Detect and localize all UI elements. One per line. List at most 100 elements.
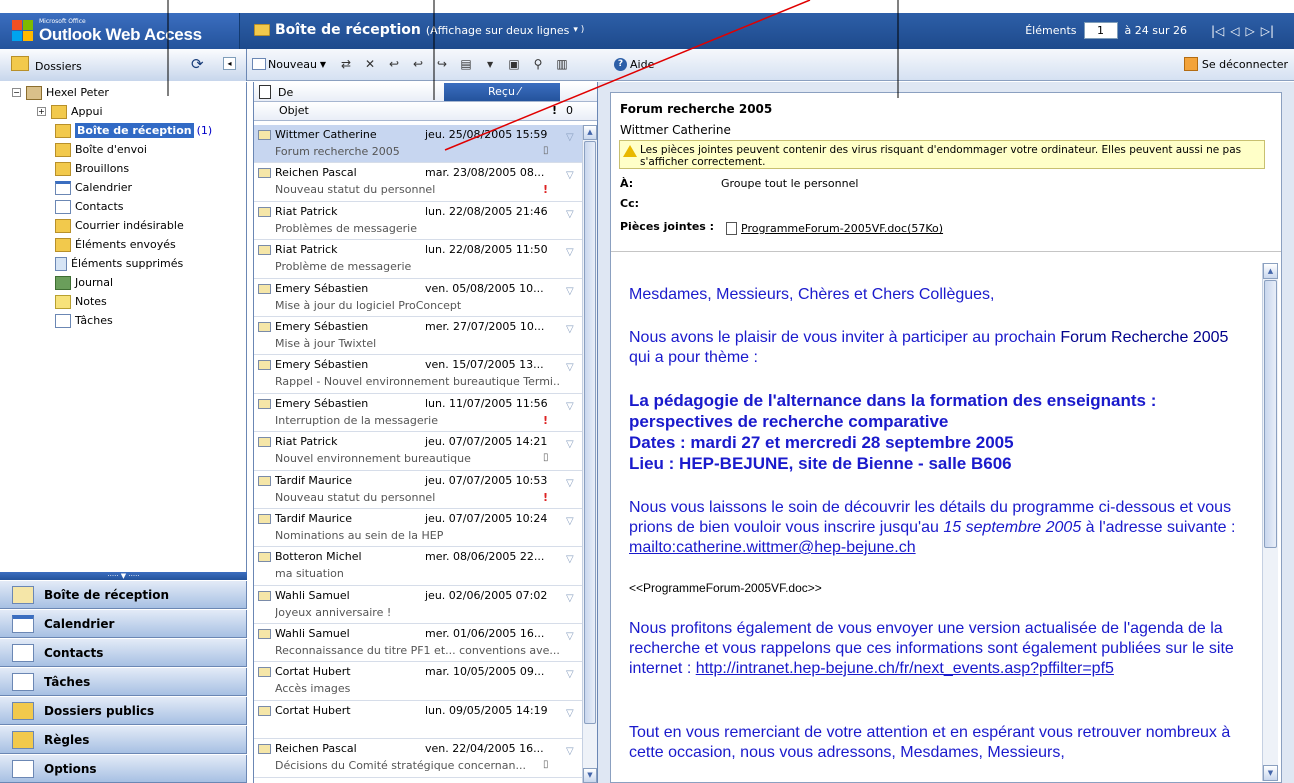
message-row[interactable]: Reichen Pascal ven. 22/04/2005 16... Décis… xyxy=(254,739,584,778)
scroll-thumb[interactable] xyxy=(584,141,596,724)
flag-icon[interactable]: ▽ xyxy=(566,439,574,450)
expand-toggle-icon[interactable]: + xyxy=(37,107,46,116)
find-icon[interactable]: ⚲ xyxy=(530,56,546,72)
tree-item-deleted[interactable]: Éléments supprimés xyxy=(55,254,183,273)
message-row[interactable]: Reichen Pascal mar. 23/08/2005 08... Nouve… xyxy=(254,163,584,202)
to-value[interactable]: Groupe tout le personnel xyxy=(721,177,858,190)
tree-item-calendar[interactable]: Calendrier xyxy=(55,178,132,197)
scroll-down-icon[interactable]: ▼ xyxy=(583,768,597,783)
column-importance[interactable]: ! xyxy=(552,102,557,120)
tree-item-notes[interactable]: Notes xyxy=(55,292,107,311)
tree-item-appui[interactable]: + Appui xyxy=(37,102,103,121)
message-row[interactable]: Botteron Michel mer. 08/06/2005 22... ma s… xyxy=(254,547,584,586)
column-received[interactable]: Reçu ⁄ xyxy=(444,83,560,101)
flag-icon[interactable]: ▽ xyxy=(566,286,574,297)
nav-inbox-button[interactable]: Boîte de réception xyxy=(0,581,247,609)
view-mode-caret[interactable]: ▾ ) xyxy=(573,25,584,35)
message-sender[interactable]: Wittmer Catherine xyxy=(620,123,731,137)
tree-item-contacts[interactable]: Contacts xyxy=(55,197,124,216)
flag-icon[interactable]: ▽ xyxy=(566,478,574,489)
nav-rules-button[interactable]: Règles xyxy=(0,726,247,754)
message-row[interactable]: Tardif Maurice jeu. 07/07/2005 10:53 Nouve… xyxy=(254,471,584,509)
new-button[interactable]: Nouveau ▼ xyxy=(252,58,326,71)
collapse-pane-button[interactable]: ◂ xyxy=(223,57,236,70)
message-row[interactable]: Tardif Maurice jeu. 07/07/2005 10:24 Nomin… xyxy=(254,509,584,548)
attachment-link[interactable]: ProgrammeForum-2005VF.doc(57Ko) xyxy=(726,222,943,235)
first-page-button[interactable]: |◁ xyxy=(1211,24,1224,38)
tree-item-tasks[interactable]: Tâches xyxy=(55,311,113,330)
column-from[interactable]: De xyxy=(278,86,293,99)
flag-icon[interactable]: ▽ xyxy=(566,516,574,527)
check-messages-icon[interactable]: ▣ xyxy=(506,56,522,72)
address-book-icon[interactable]: ▥ xyxy=(554,56,570,72)
help-button[interactable]: ? Aide xyxy=(614,58,654,71)
tree-item-sent[interactable]: Éléments envoyés xyxy=(55,235,176,254)
page-number-input[interactable] xyxy=(1083,22,1118,39)
flag-icon[interactable]: ▽ xyxy=(566,247,574,258)
nav-calendar-button[interactable]: Calendrier xyxy=(0,610,247,638)
message-row[interactable]: Wittmer Catherine jeu. 25/08/2005 15:59 Fo… xyxy=(254,125,584,164)
message-row[interactable]: Hochuli Oliviermar. 22/03/2005 12...▽ xyxy=(254,778,584,783)
reading-pane-scrollbar[interactable]: ▲ ▼ xyxy=(1262,263,1278,781)
flag-icon[interactable]: ▽ xyxy=(566,593,574,604)
delete-icon[interactable]: ✕ xyxy=(362,56,378,72)
new-dropdown-caret-icon[interactable]: ▼ xyxy=(320,60,326,69)
tree-item-journal[interactable]: Journal xyxy=(55,273,113,292)
reply-all-icon[interactable]: ↩ xyxy=(410,56,426,72)
message-row[interactable]: Cortat Hubert mar. 10/05/2005 09... Accès … xyxy=(254,662,584,701)
message-row[interactable]: Wahli Samuel jeu. 02/06/2005 07:02 Joyeux … xyxy=(254,586,584,625)
message-row[interactable]: Emery Sébastien lun. 11/07/2005 11:56 Inte… xyxy=(254,394,584,433)
flag-icon[interactable]: ▽ xyxy=(566,631,574,642)
scroll-up-icon[interactable]: ▲ xyxy=(1263,263,1278,279)
message-list-scrollbar[interactable]: ▲ ▼ xyxy=(582,125,597,783)
column-attachment[interactable]: 0 xyxy=(566,102,573,120)
intranet-link[interactable]: http://intranet.hep-bejune.ch/fr/next_ev… xyxy=(696,660,1114,677)
reading-pane-icon[interactable]: ▤ xyxy=(458,56,474,72)
message-row[interactable]: Riat Patrick lun. 22/08/2005 21:46 Problèm… xyxy=(254,202,584,241)
tree-root[interactable]: − Hexel Peter xyxy=(12,83,109,102)
nav-tasks-button[interactable]: Tâches xyxy=(0,668,247,696)
tree-item-drafts[interactable]: Brouillons xyxy=(55,159,129,178)
scroll-up-icon[interactable]: ▲ xyxy=(583,125,597,140)
message-row[interactable]: Emery Sébastien mer. 27/07/2005 10... Mise… xyxy=(254,317,584,356)
flag-icon[interactable]: ▽ xyxy=(566,746,574,757)
message-row[interactable]: Emery Sébastien ven. 15/07/2005 13... Rapp… xyxy=(254,355,584,394)
reply-icon[interactable]: ↩ xyxy=(386,56,402,72)
flag-icon[interactable]: ▽ xyxy=(566,708,574,719)
nav-options-button[interactable]: Options xyxy=(0,755,247,783)
flag-icon[interactable]: ▽ xyxy=(566,170,574,181)
flag-icon[interactable]: ▽ xyxy=(566,132,574,143)
reading-pane-dropdown-icon[interactable]: ▼ xyxy=(482,56,498,72)
logout-button[interactable]: Se déconnecter xyxy=(1183,57,1288,71)
flag-icon[interactable]: ▽ xyxy=(566,554,574,565)
tree-item-junk[interactable]: Courrier indésirable xyxy=(55,216,184,235)
tree-item-inbox[interactable]: Boîte de réception (1) xyxy=(55,121,212,140)
message-row[interactable]: Cortat Hubert lun. 09/05/2005 14:19 ▽ xyxy=(254,701,584,740)
flag-icon[interactable]: ▽ xyxy=(566,362,574,373)
flag-icon[interactable]: ▽ xyxy=(566,669,574,680)
last-page-button[interactable]: ▷| xyxy=(1261,24,1274,38)
flag-icon[interactable]: ▽ xyxy=(566,209,574,220)
next-page-button[interactable]: ▷ xyxy=(1245,24,1254,38)
column-subject[interactable]: Objet xyxy=(279,104,309,117)
tree-item-outbox[interactable]: Boîte d'envoi xyxy=(55,140,147,159)
prev-page-button[interactable]: ◁ xyxy=(1230,24,1239,38)
collapse-toggle-icon[interactable]: − xyxy=(12,88,21,97)
message-row[interactable]: Riat Patrick jeu. 07/07/2005 14:21 Nouvel … xyxy=(254,432,584,471)
refresh-icon[interactable]: ⟳ xyxy=(191,55,204,73)
flag-icon[interactable]: ▽ xyxy=(566,324,574,335)
mailto-link[interactable]: mailto:catherine.wittmer@hep-bejune.ch xyxy=(629,539,916,556)
scroll-thumb[interactable] xyxy=(1264,280,1277,548)
nav-public-folders-button[interactable]: Dossiers publics xyxy=(0,697,247,725)
scroll-down-icon[interactable]: ▼ xyxy=(1263,765,1278,781)
view-mode-dropdown[interactable]: (Affichage sur deux lignes xyxy=(426,24,569,37)
message-row[interactable]: Riat Patrick lun. 22/08/2005 11:50 Problèm… xyxy=(254,240,584,279)
message-row[interactable]: Emery Sébastien ven. 05/08/2005 10... Mise… xyxy=(254,279,584,317)
envelope-icon xyxy=(258,437,271,448)
message-row[interactable]: Wahli Samuel mer. 01/06/2005 16... Reconna… xyxy=(254,624,584,663)
flag-icon[interactable]: ▽ xyxy=(566,401,574,412)
move-to-folder-icon[interactable]: ⇄ xyxy=(338,56,354,72)
nav-contacts-button[interactable]: Contacts xyxy=(0,639,247,667)
forward-icon[interactable]: ↪ xyxy=(434,56,450,72)
pane-splitter[interactable]: ····· ▼ ····· xyxy=(0,572,247,580)
